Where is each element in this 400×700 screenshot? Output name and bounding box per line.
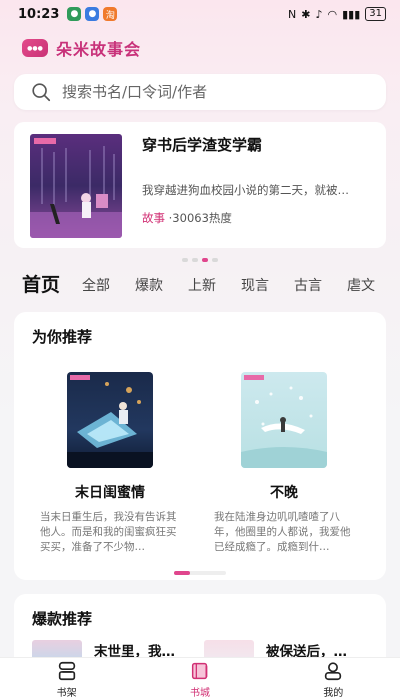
category-tabs: 首页 全部 爆款 上新 现言 古言 虐文 [22, 270, 400, 300]
app-title: 朵米故事会 [56, 40, 142, 59]
banner-pagination [182, 258, 218, 262]
bookshelf-icon [58, 661, 75, 680]
banner-dot [192, 258, 198, 262]
app-logo-icon: ●●● [22, 39, 48, 57]
nfc-icon: N [288, 7, 297, 21]
recommend-section: 为你推荐 末日闺蜜情 当末日重生后，我没有告诉其他人。而是和我的闺蜜疯狂买买买，… [14, 312, 386, 580]
search-icon [32, 83, 51, 102]
mute-icon: ♪ [315, 7, 323, 21]
status-time: 10:23 [18, 6, 60, 22]
recommend-scroll-indicator [174, 571, 226, 575]
book-desc: 我在陆淮身边叽叽喳喳了八年，他圈里的人都说，我爱他已经成瘾了。成瘾到什… [214, 511, 351, 553]
tab-ancient-romance[interactable]: 古言 [294, 275, 322, 300]
app-header: ●●● 朵米故事会 [22, 36, 141, 60]
nav-label: 书架 [56, 687, 77, 699]
banner-book-cover[interactable] [30, 134, 122, 238]
tab-hot[interactable]: 爆款 [135, 275, 163, 300]
bluetooth-icon: ✱ [301, 7, 311, 21]
profile-icon [325, 661, 342, 680]
recommend-title: 为你推荐 [32, 328, 93, 346]
book-desc: 当末日重生后，我没有告诉其他人。而是和我的闺蜜疯狂买买买，准备了不少物… [40, 511, 177, 553]
tab-home[interactable]: 首页 [22, 270, 60, 300]
nav-bookstore[interactable]: 书城 [133, 658, 266, 700]
bookstore-icon [191, 662, 208, 679]
hot-title: 爆款推荐 [32, 610, 93, 628]
message-app-icon: ● [67, 7, 82, 21]
tab-new[interactable]: 上新 [188, 275, 216, 300]
book-cover[interactable] [241, 372, 327, 468]
nav-bookshelf[interactable]: 书架 [0, 658, 133, 700]
tab-angst[interactable]: 虐文 [347, 275, 375, 300]
battery-icon: 31 [365, 7, 386, 21]
book-name[interactable]: 末日闺蜜情 [40, 482, 180, 502]
recommend-scroll-thumb [174, 571, 190, 575]
search-input[interactable] [62, 83, 352, 101]
tab-modern-romance[interactable]: 现言 [241, 275, 269, 300]
status-indicators: N ✱ ♪ ◠ ▮▮▮ 31 [288, 7, 386, 21]
book-cover[interactable] [67, 372, 153, 468]
book-card[interactable]: 末日闺蜜情 当末日重生后，我没有告诉其他人。而是和我的闺蜜疯狂买买买，准备了不少… [40, 372, 180, 555]
nav-profile[interactable]: 我的 [267, 658, 400, 700]
status-bar: 10:23 ● ● 淘 N ✱ ♪ ◠ ▮▮▮ 31 [0, 0, 400, 28]
search-bar[interactable] [14, 74, 386, 110]
banner-heat: ·30063热度 [168, 211, 232, 225]
nav-label: 书城 [189, 687, 210, 699]
nav-label: 我的 [323, 687, 344, 699]
wifi-icon: ◠ [327, 7, 338, 21]
banner-category: 故事 [142, 211, 165, 225]
banner-meta: 故事 ·30063热度 [142, 210, 232, 226]
featured-banner[interactable]: 穿书后学渣变学霸 我穿越进狗血校园小说的第二天，就被… 故事 ·30063热度 [14, 122, 386, 248]
signal-icon: ▮▮▮ [342, 7, 361, 21]
banner-book-title[interactable]: 穿书后学渣变学霸 [142, 134, 262, 155]
banner-dot [182, 258, 188, 262]
banner-dot [212, 258, 218, 262]
book-name[interactable]: 不晚 [214, 482, 354, 502]
tab-all[interactable]: 全部 [82, 275, 110, 300]
banner-dot-active [202, 258, 208, 262]
book-card[interactable]: 不晚 我在陆淮身边叽叽喳喳了八年，他圈里的人都说，我爱他已经成瘾了。成瘾到什… [214, 372, 354, 555]
chat-app-icon: ● [85, 7, 100, 21]
banner-book-desc: 我穿越进狗血校园小说的第二天，就被… [142, 183, 349, 197]
taobao-app-icon: 淘 [103, 7, 118, 21]
bottom-nav: 书架 书城 我的 [0, 657, 400, 700]
